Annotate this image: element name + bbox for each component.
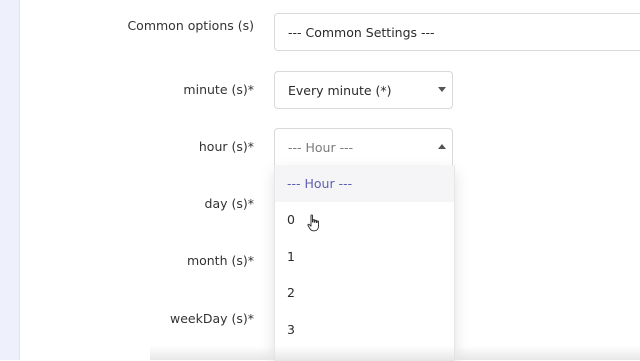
minute-value: Every minute (*) xyxy=(288,82,392,98)
hour-placeholder: --- Hour --- xyxy=(288,139,354,155)
hour-label: hour (s)* xyxy=(198,139,254,154)
month-label: month (s)* xyxy=(186,253,254,268)
hour-select[interactable]: --- Hour --- xyxy=(274,128,453,166)
common-options-label: Common options (s) xyxy=(127,18,254,33)
common-options-select[interactable]: --- Common Settings --- xyxy=(274,13,640,51)
day-label: day (s)* xyxy=(204,196,254,211)
chevron-up-icon xyxy=(438,144,446,149)
hour-option[interactable]: 0 xyxy=(275,202,454,239)
common-options-value: --- Common Settings --- xyxy=(288,24,435,40)
bottom-shadow xyxy=(150,346,640,360)
hour-dropdown-list: --- Hour --- 0 1 2 3 xyxy=(274,165,455,361)
minute-select[interactable]: Every minute (*) xyxy=(274,71,453,109)
minute-label: minute (s)* xyxy=(183,82,254,97)
hour-option[interactable]: 3 xyxy=(275,311,454,348)
weekday-label: weekDay (s)* xyxy=(169,311,254,326)
chevron-down-icon xyxy=(438,87,446,92)
hour-option[interactable]: --- Hour --- xyxy=(275,165,454,202)
hand-pointer-icon xyxy=(307,214,319,232)
hour-option[interactable]: 1 xyxy=(275,238,454,275)
sidebar-strip xyxy=(0,0,20,360)
hour-option[interactable]: 2 xyxy=(275,275,454,312)
